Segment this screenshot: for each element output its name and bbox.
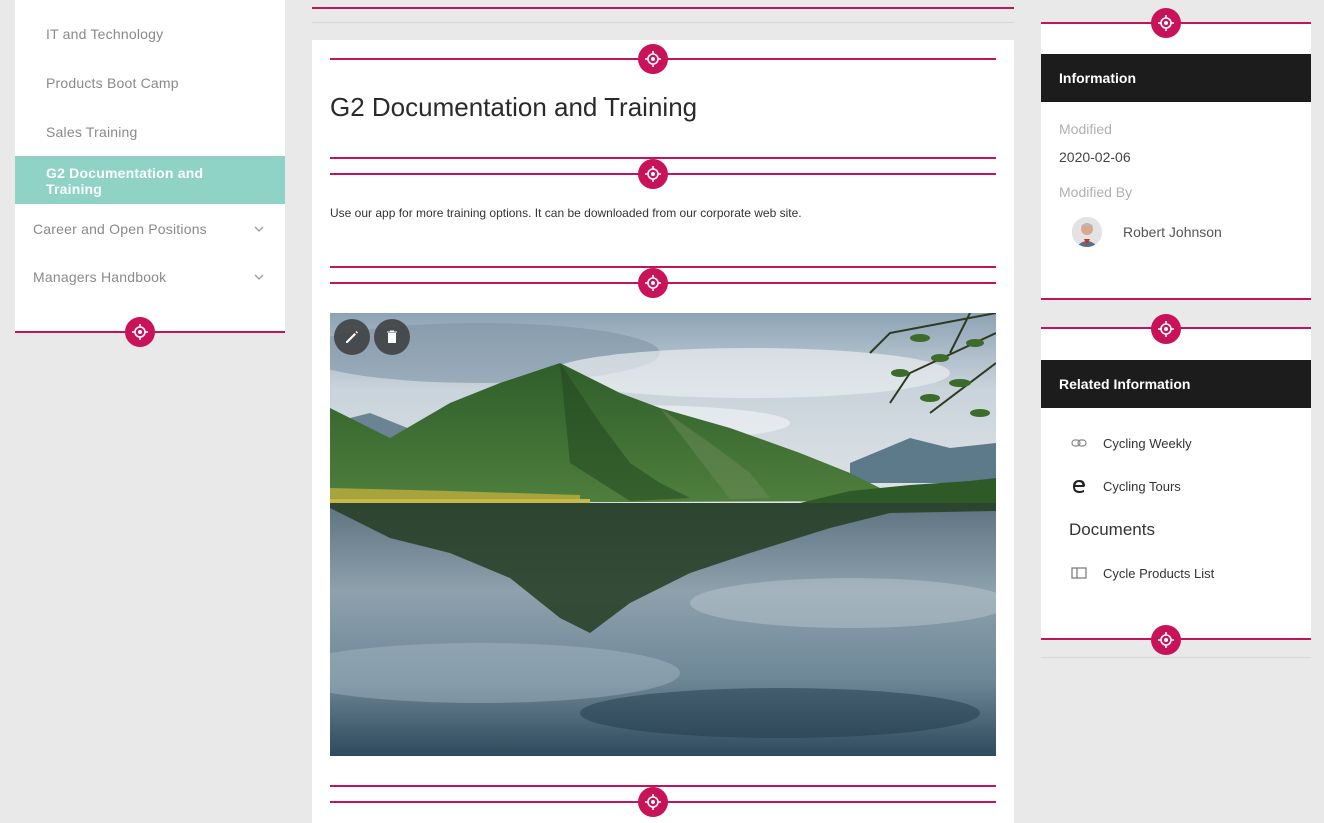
nav-item-label: Career and Open Positions [33, 221, 207, 237]
drop-target-icon[interactable] [638, 159, 668, 189]
modified-by-label: Modified By [1059, 184, 1133, 200]
drop-zone-line [312, 7, 1014, 9]
nav-item-career[interactable]: Career and Open Positions [15, 221, 285, 237]
pencil-icon [346, 331, 358, 343]
drop-zone-line [330, 785, 996, 787]
delete-image-button[interactable] [374, 319, 410, 355]
nav-item-label: G2 Documentation and Training [46, 165, 204, 197]
documents-title: Documents [1069, 520, 1155, 539]
nav-item-products-boot-camp[interactable]: Products Boot Camp [15, 75, 285, 91]
modified-by-value[interactable]: Robert Johnson [1123, 224, 1222, 240]
document-cycle-products-list[interactable]: Cycle Products List [1103, 566, 1214, 581]
divider [312, 22, 1014, 23]
edit-image-button[interactable] [334, 319, 370, 355]
page-title: G2 Documentation and Training [330, 92, 698, 122]
nav-item-it-technology[interactable]: IT and Technology [15, 26, 285, 42]
body-text: Use our app for more training options. I… [330, 206, 802, 220]
drop-target-icon[interactable] [1151, 314, 1181, 344]
modified-value: 2020-02-06 [1059, 149, 1131, 165]
landscape-image-svg [330, 313, 996, 756]
nav-item-label: Managers Handbook [33, 269, 167, 285]
drop-target-icon[interactable] [638, 268, 668, 298]
drop-zone-line [330, 266, 996, 268]
drop-zone-line [330, 157, 996, 159]
related-information-header: Related Information [1041, 360, 1311, 408]
drop-target-icon[interactable] [1151, 8, 1181, 38]
edge-icon [1069, 478, 1089, 494]
nav-item-g2-documentation[interactable]: G2 Documentation and Training [15, 156, 285, 204]
link-icon [1069, 435, 1089, 451]
information-header: Information [1041, 54, 1311, 102]
nav-item-sales-training[interactable]: Sales Training [15, 124, 285, 140]
drop-target-icon[interactable] [638, 787, 668, 817]
modified-label: Modified [1059, 121, 1112, 137]
drop-target-icon[interactable] [638, 44, 668, 74]
chevron-down-icon[interactable] [253, 223, 265, 235]
nav-item-managers-handbook[interactable]: Managers Handbook [15, 269, 285, 285]
drop-target-icon[interactable] [125, 317, 155, 347]
trash-icon [387, 330, 397, 343]
drop-zone-line [1041, 298, 1311, 300]
landscape-image [330, 313, 996, 756]
chevron-down-icon[interactable] [253, 271, 265, 283]
related-link-cycling-tours[interactable]: Cycling Tours [1103, 479, 1181, 494]
document-icon [1069, 565, 1089, 581]
drop-target-icon[interactable] [1151, 625, 1181, 655]
avatar [1072, 217, 1102, 247]
divider [1041, 657, 1311, 658]
related-link-cycling-weekly[interactable]: Cycling Weekly [1103, 436, 1192, 451]
